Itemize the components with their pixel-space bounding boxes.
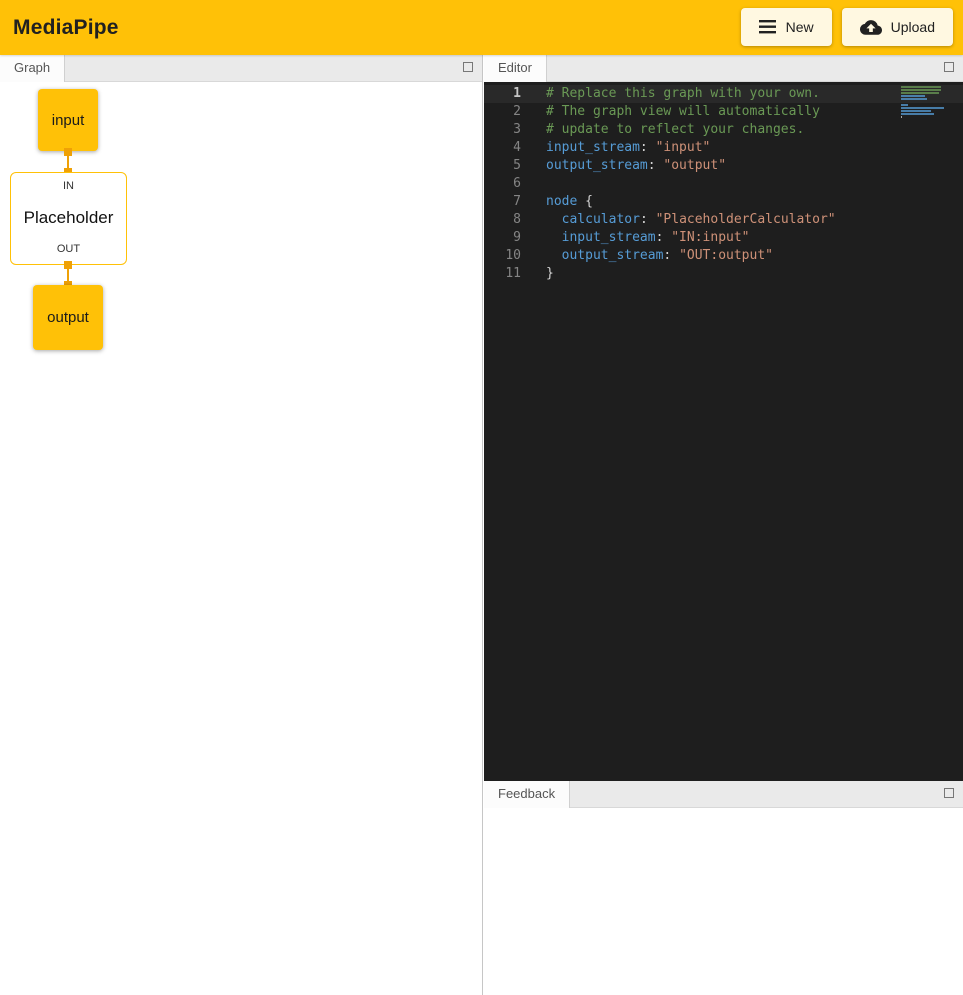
editor-line[interactable]: 4 input_stream: "input" [484,139,963,157]
editor-panel-header: Editor [484,55,963,82]
minimap-line [901,95,925,97]
app: MediaPipe New Upload [0,0,963,995]
tab-editor[interactable]: Editor [484,55,547,82]
editor-line[interactable]: 1 # Replace this graph with your own. [484,85,963,103]
feedback-content [484,808,963,994]
placeholder-in-port-label: IN [63,180,74,192]
code-text: output_stream: "output" [546,157,726,175]
code-text: calculator: "PlaceholderCalculator" [546,211,836,229]
new-button[interactable]: New [741,8,832,46]
line-number: 5 [484,157,530,175]
new-button-label: New [786,19,814,35]
top-app-bar: MediaPipe New Upload [0,0,963,55]
graph-node-output[interactable]: output [33,285,103,350]
code-text: # update to reflect your changes. [546,121,804,139]
minimap-line [901,110,931,112]
maximize-icon[interactable] [944,788,954,798]
minimap-line [901,104,908,106]
feedback-panel: Feedback [484,781,963,995]
editor-minimap[interactable] [901,86,947,119]
graph-panel: Graph input IN Placeholder OUT output [0,55,483,995]
minimap-line [901,116,902,118]
code-editor[interactable]: 1 # Replace this graph with your own. 2 # T… [484,82,963,781]
graph-node-placeholder[interactable]: IN Placeholder OUT [10,172,127,265]
editor-lines: 1 # Replace this graph with your own. 2 # T… [484,85,963,283]
minimap-line [901,89,941,91]
new-list-icon [759,20,777,34]
line-number: 11 [484,265,530,283]
graph-canvas[interactable]: input IN Placeholder OUT output [0,82,482,995]
feedback-panel-header: Feedback [484,781,963,808]
minimap-line [901,92,939,94]
code-text: input_stream: "IN:input" [546,229,750,247]
upload-button[interactable]: Upload [842,8,953,46]
cloud-upload-icon [860,19,882,35]
line-number: 2 [484,103,530,121]
line-number: 7 [484,193,530,211]
editor-line[interactable]: 5 output_stream: "output" [484,157,963,175]
minimap-line [901,98,927,100]
line-number: 3 [484,121,530,139]
editor-line[interactable]: 11} [484,265,963,283]
line-number: 10 [484,247,530,265]
line-number: 1 [484,85,530,103]
placeholder-out-port-label: OUT [57,243,80,255]
editor-line[interactable]: 3 # update to reflect your changes. [484,121,963,139]
editor-line[interactable]: 8 calculator: "PlaceholderCalculator" [484,211,963,229]
code-text: # Replace this graph with your own. [546,85,820,103]
code-text: } [546,265,554,283]
editor-line[interactable]: 7 node { [484,193,963,211]
line-number: 9 [484,229,530,247]
upload-button-label: Upload [891,19,935,35]
line-number: 4 [484,139,530,157]
editor-line[interactable]: 10 output_stream: "OUT:output" [484,247,963,265]
topbar-actions: New Upload [741,8,953,46]
editor-line[interactable]: 9 input_stream: "IN:input" [484,229,963,247]
tab-feedback[interactable]: Feedback [484,781,570,808]
code-text: # The graph view will automatically [546,103,820,121]
editor-panel: Editor 1 # Replace this graph with your o… [484,55,963,781]
graph-node-input[interactable]: input [38,89,98,151]
app-title: MediaPipe [13,16,119,40]
graph-panel-header: Graph [0,55,482,82]
code-text: node { [546,193,593,211]
editor-line[interactable]: 2 # The graph view will automatically [484,103,963,121]
graph-node-input-label: input [52,112,85,129]
line-number: 8 [484,211,530,229]
code-text: output_stream: "OUT:output" [546,247,773,265]
line-number: 6 [484,175,530,193]
placeholder-node-title: Placeholder [24,208,114,228]
minimap-line [901,107,944,109]
minimap-line [901,113,934,115]
editor-line[interactable]: 6 [484,175,963,193]
code-text: input_stream: "input" [546,139,710,157]
graph-node-output-label: output [47,309,89,326]
maximize-icon[interactable] [944,62,954,72]
tab-graph[interactable]: Graph [0,55,65,82]
minimap-line [901,86,941,88]
maximize-icon[interactable] [463,62,473,72]
